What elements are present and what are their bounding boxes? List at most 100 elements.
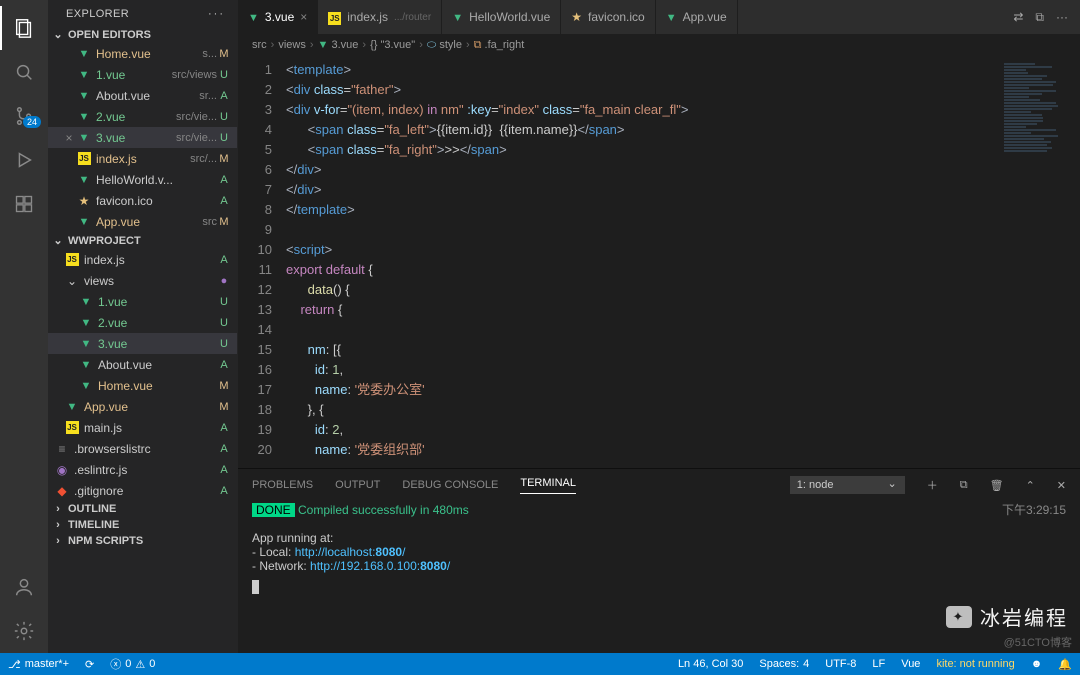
account-icon[interactable]: [0, 565, 48, 609]
tree-item[interactable]: JSindex.jsA: [48, 249, 237, 270]
project-section[interactable]: ⌄WWPROJECT: [48, 232, 237, 249]
npm-section[interactable]: ›NPM SCRIPTS: [48, 533, 237, 549]
vue-icon: ▼: [78, 294, 94, 310]
terminal-time: 下午3:29:15: [1002, 501, 1066, 518]
minimap[interactable]: [998, 56, 1080, 468]
panel-tab-output[interactable]: OUTPUT: [335, 479, 380, 491]
tree-item[interactable]: ≡.browserslistrcA: [48, 438, 237, 459]
breadcrumb-item[interactable]: ▼ 3.vue: [318, 39, 359, 51]
maximize-panel-icon[interactable]: ⌃: [1026, 479, 1035, 492]
code-content[interactable]: <template><div class="father"><div v-for…: [286, 56, 998, 468]
sidebar-header: EXPLORER ···: [48, 0, 237, 26]
tree-item[interactable]: JSmain.jsA: [48, 417, 237, 438]
settings-icon[interactable]: [0, 609, 48, 653]
network-url[interactable]: http://192.168.0.100:8080/: [310, 559, 450, 573]
breadcrumb-item[interactable]: src: [252, 39, 267, 51]
close-panel-icon[interactable]: ✕: [1057, 479, 1066, 492]
panel: PROBLEMS OUTPUT DEBUG CONSOLE TERMINAL 1…: [238, 468, 1080, 653]
open-editor-item[interactable]: ▼2.vuesrc/vie...U: [48, 106, 237, 127]
local-url[interactable]: http://localhost:8080/: [295, 545, 406, 559]
tree-item[interactable]: ▼Home.vueM: [48, 375, 237, 396]
status-eol[interactable]: LF: [864, 658, 893, 670]
terminal-output[interactable]: 下午3:29:15 DONE Compiled successfully in …: [238, 501, 1080, 653]
project-tree: JSindex.jsA⌄views●▼1.vueU▼2.vueU▼3.vueU▼…: [48, 249, 237, 501]
breadcrumb-item[interactable]: views: [278, 39, 306, 51]
more-actions-icon[interactable]: ···: [1056, 10, 1068, 25]
tab[interactable]: ▼App.vue: [656, 0, 738, 34]
vue-icon: ▼: [76, 214, 92, 230]
status-bell-icon[interactable]: 🔔: [1050, 658, 1080, 671]
breadcrumb-item[interactable]: {} "3.vue": [370, 39, 415, 51]
breadcrumb[interactable]: src›views›▼ 3.vue›{} "3.vue"›⬭ style›⧉ .…: [238, 34, 1080, 56]
extensions-icon[interactable]: [0, 182, 48, 226]
split-editor-icon[interactable]: ⧉: [1035, 10, 1044, 25]
editor-area: ▼3.vue×JSindex.js.../router▼HelloWorld.v…: [238, 0, 1080, 653]
code-editor[interactable]: 1234567891011121314151617181920 <templat…: [238, 56, 1080, 468]
timeline-section[interactable]: ›TIMELINE: [48, 517, 237, 533]
eslint-icon: ◉: [54, 462, 70, 478]
status-bar: ⎇master*+ ⟳ ⓧ0⚠0 Ln 46, Col 30 Spaces:4 …: [0, 653, 1080, 675]
vue-icon: ▼: [76, 130, 92, 146]
terminal-select[interactable]: 1: node: [790, 476, 905, 494]
js-icon: JS: [328, 10, 341, 25]
breadcrumb-item[interactable]: ⬭ style: [427, 39, 462, 52]
tree-item[interactable]: ▼App.vueM: [48, 396, 237, 417]
outline-section[interactable]: ›OUTLINE: [48, 501, 237, 517]
explorer-icon[interactable]: [0, 6, 48, 50]
open-editor-item[interactable]: ▼HelloWorld.v...A: [48, 169, 237, 190]
open-editor-item[interactable]: ▼About.vuesr...A: [48, 85, 237, 106]
tree-item[interactable]: ▼About.vueA: [48, 354, 237, 375]
close-icon[interactable]: ×: [300, 10, 307, 24]
terminal-cursor: [252, 580, 259, 594]
lines-icon: ≡: [54, 441, 70, 457]
open-editor-item[interactable]: ▼App.vuesrcM: [48, 211, 237, 232]
tree-item[interactable]: ▼1.vueU: [48, 291, 237, 312]
kill-terminal-icon[interactable]: 🗑: [990, 479, 1004, 492]
vue-icon: ▼: [76, 172, 92, 188]
tab[interactable]: ★favicon.ico: [561, 0, 655, 34]
tab[interactable]: JSindex.js.../router: [318, 0, 442, 34]
tabs-bar: ▼3.vue×JSindex.js.../router▼HelloWorld.v…: [238, 0, 1080, 34]
status-encoding[interactable]: UTF-8: [817, 658, 864, 670]
status-problems[interactable]: ⓧ0⚠0: [102, 656, 163, 672]
star-icon: ★: [76, 193, 92, 209]
status-language[interactable]: Vue: [893, 658, 928, 670]
more-icon[interactable]: ···: [208, 8, 225, 20]
debug-icon[interactable]: [0, 138, 48, 182]
status-kite[interactable]: kite: not running: [928, 658, 1022, 670]
status-feedback-icon[interactable]: ☻: [1023, 658, 1051, 670]
status-spaces[interactable]: Spaces:4: [751, 658, 817, 670]
open-editors-section[interactable]: ⌄OPEN EDITORS: [48, 26, 237, 43]
source-control-icon[interactable]: 24: [0, 94, 48, 138]
done-badge: DONE: [252, 503, 295, 517]
vue-icon: ▼: [78, 357, 94, 373]
tree-item[interactable]: ⌄views●: [48, 270, 237, 291]
panel-tab-debug[interactable]: DEBUG CONSOLE: [402, 479, 498, 491]
open-editor-item[interactable]: ★favicon.icoA: [48, 190, 237, 211]
new-terminal-icon[interactable]: ＋: [927, 477, 938, 493]
open-editor-item[interactable]: ×▼3.vuesrc/vie...U: [48, 127, 237, 148]
tree-item[interactable]: ▼2.vueU: [48, 312, 237, 333]
js-icon: JS: [64, 420, 80, 436]
tree-item[interactable]: ◆.gitignoreA: [48, 480, 237, 501]
status-cursor[interactable]: Ln 46, Col 30: [670, 658, 751, 670]
tree-item[interactable]: ◉.eslintrc.jsA: [48, 459, 237, 480]
status-sync[interactable]: ⟳: [77, 658, 102, 671]
panel-tab-problems[interactable]: PROBLEMS: [252, 479, 313, 491]
star-icon: ★: [571, 10, 582, 24]
tree-item[interactable]: ▼3.vueU: [48, 333, 237, 354]
split-terminal-icon[interactable]: ⧉: [960, 479, 968, 492]
tab[interactable]: ▼3.vue×: [238, 0, 318, 34]
compare-icon[interactable]: ⇄: [1013, 10, 1023, 25]
open-editor-item[interactable]: ▼Home.vues...M: [48, 43, 237, 64]
breadcrumb-item[interactable]: ⧉ .fa_right: [474, 39, 525, 52]
panel-tab-terminal[interactable]: TERMINAL: [520, 477, 576, 494]
open-editor-item[interactable]: JSindex.jssrc/...M: [48, 148, 237, 169]
status-branch[interactable]: ⎇master*+: [0, 658, 77, 671]
open-editor-item[interactable]: ▼1.vuesrc/viewsU: [48, 64, 237, 85]
js-icon: JS: [76, 151, 92, 167]
tab[interactable]: ▼HelloWorld.vue: [442, 0, 561, 34]
git-icon: ◆: [54, 483, 70, 499]
vue-icon: ▼: [78, 336, 94, 352]
search-icon[interactable]: [0, 50, 48, 94]
